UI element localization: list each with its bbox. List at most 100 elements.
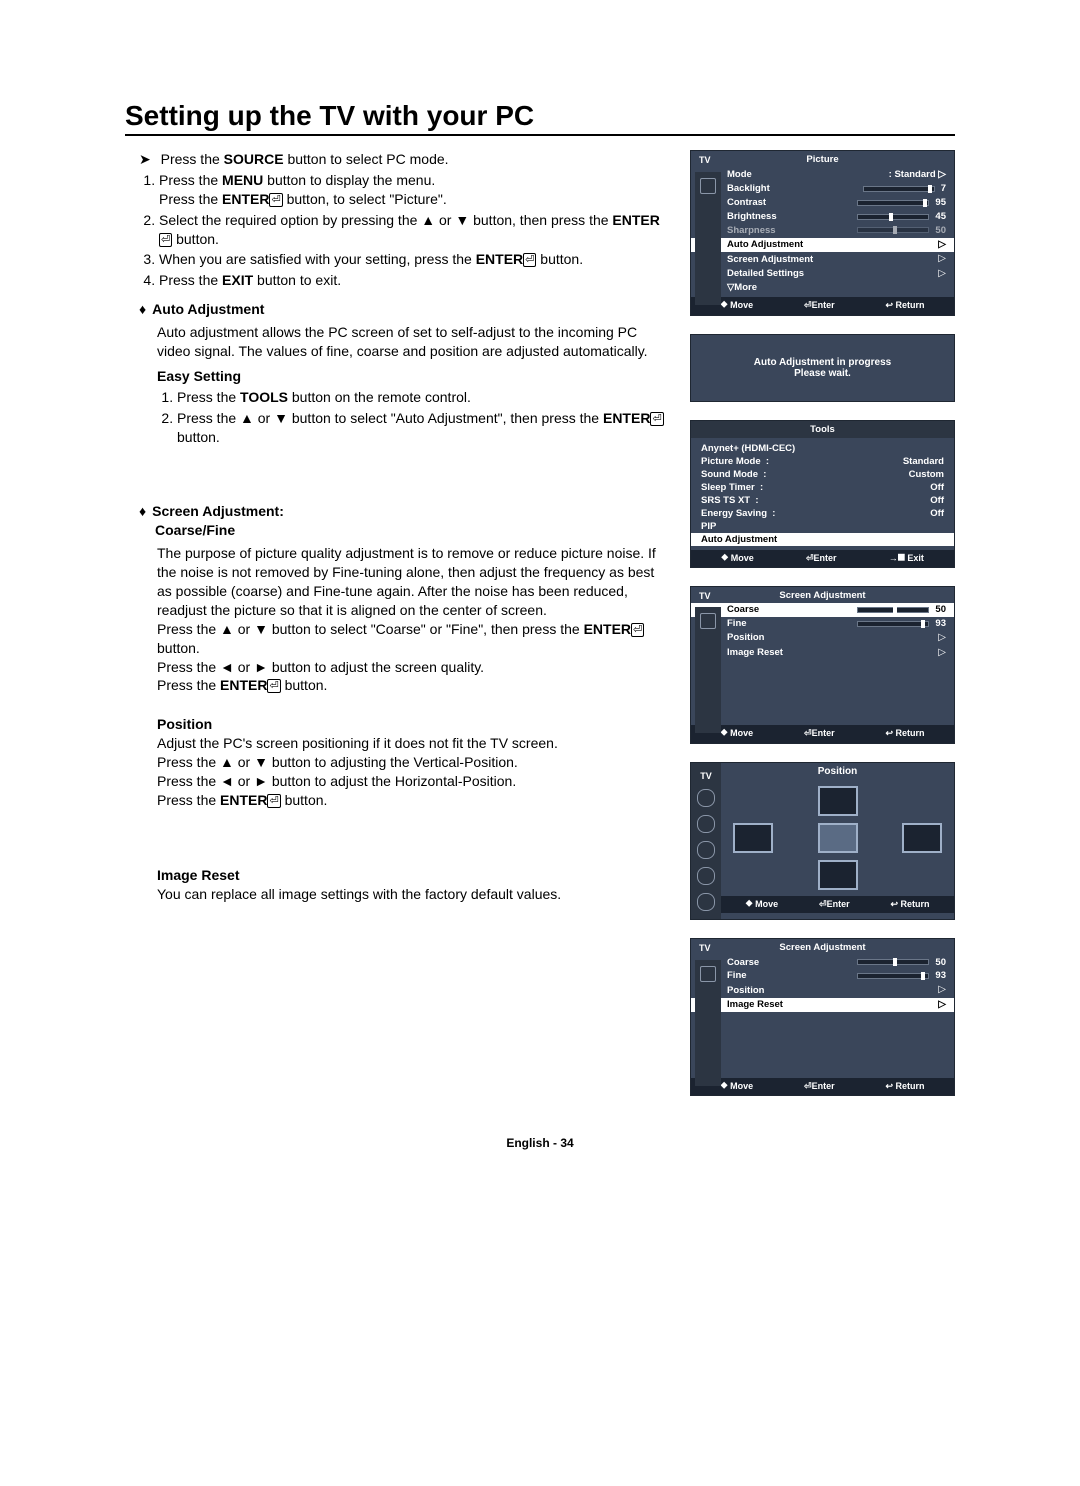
- tools-title: Tools: [691, 421, 954, 438]
- easy-step-2: Press the ▲ or ▼ button to select "Auto …: [177, 409, 670, 447]
- position-l4: Press the ENTER⏎ button.: [157, 791, 670, 810]
- osd-column: TV Picture Mode: Standard ▷ Backlight7 C…: [690, 150, 955, 1096]
- tv-label: TV: [699, 943, 711, 954]
- position-pad[interactable]: [721, 780, 954, 896]
- instruction-column: ➤ Press the SOURCE button to select PC m…: [125, 150, 670, 1096]
- screen-body: The purpose of picture quality adjustmen…: [157, 544, 670, 620]
- row-sharpness: Sharpness50: [727, 224, 946, 238]
- row-detailed-settings: Detailed Settings▷: [727, 267, 946, 282]
- screen-right-icon: [902, 823, 942, 853]
- enter-icon: ⏎: [650, 412, 663, 426]
- chevron-right-icon: ▷: [938, 239, 946, 252]
- screen-bottom-icon: [818, 860, 858, 890]
- screen-body3: Press the ◄ or ► button to adjust the sc…: [157, 658, 670, 677]
- row-image-reset: Image Reset▷: [727, 646, 946, 661]
- tools-anynet: Anynet+ (HDMI-CEC): [701, 442, 944, 455]
- image-reset-body: You can replace all image settings with …: [157, 885, 670, 904]
- position-l1: Adjust the PC's screen positioning if it…: [157, 734, 670, 753]
- osd-title: Screen Adjustment: [691, 587, 954, 604]
- image-reset-heading: Image Reset: [157, 866, 670, 885]
- row-screen-adjustment: Screen Adjustment▷: [727, 252, 946, 267]
- easy-setting-heading: Easy Setting: [157, 367, 670, 386]
- easy-setting-list: Press the TOOLS button on the remote con…: [157, 388, 670, 447]
- row-fine: Fine93: [727, 617, 946, 631]
- osd-title: Position: [721, 763, 954, 780]
- row-backlight: Backlight7: [727, 182, 946, 196]
- tools-srs: SRS TS XT :Off: [701, 494, 944, 507]
- tv-icon: [700, 178, 716, 194]
- position-heading: Position: [157, 715, 670, 734]
- tools-pip: PIP: [701, 520, 944, 533]
- auto-adjustment-modal: Auto Adjustment in progress Please wait.: [690, 334, 955, 402]
- osd-title: Screen Adjustment: [691, 939, 954, 956]
- row-brightness: Brightness45: [727, 210, 946, 224]
- tv-label: TV: [699, 155, 711, 166]
- tv-icon: [700, 966, 716, 982]
- osd-footer: ⯁ Move⏎Enter↩ Return: [691, 297, 954, 314]
- nav-icon: [697, 841, 715, 859]
- step-list: Press the MENU button to display the men…: [139, 171, 670, 290]
- bullet-icon: ♦: [139, 301, 146, 317]
- chevron-right-icon: ▷: [938, 169, 946, 180]
- nav-icon: [697, 815, 715, 833]
- screen-body2: Press the ▲ or ▼ button to select "Coars…: [157, 620, 670, 658]
- screen-left-icon: [733, 823, 773, 853]
- osd-sidebar: TV: [691, 763, 721, 919]
- row-more: ▽More: [727, 281, 946, 295]
- screen-center-icon: [818, 823, 858, 853]
- section-screen-adjustment: ♦Screen Adjustment: Coarse/Fine: [139, 502, 670, 540]
- tools-sleep-timer: Sleep Timer :Off: [701, 481, 944, 494]
- nav-icon: [697, 893, 715, 911]
- position-l3: Press the ◄ or ► button to adjust the Ho…: [157, 772, 670, 791]
- row-contrast: Contrast95: [727, 196, 946, 210]
- row-coarse[interactable]: Coarse50: [691, 603, 954, 617]
- row-fine: Fine93: [727, 969, 946, 983]
- enter-icon: ⏎: [269, 193, 282, 207]
- enter-icon: ⏎: [267, 794, 280, 808]
- osd-screen-adjustment-1: TV Screen Adjustment Coarse50 Fine93 Pos…: [690, 586, 955, 744]
- easy-step-1: Press the TOOLS button on the remote con…: [177, 388, 670, 407]
- auto-adjustment-body: Auto adjustment allows the PC screen of …: [157, 323, 670, 361]
- enter-icon: ⏎: [631, 623, 644, 637]
- osd-footer: ⯁ Move⏎Enter↩ Return: [721, 896, 954, 913]
- enter-icon: ⏎: [267, 679, 280, 693]
- osd-sidebar: [695, 960, 721, 1086]
- tools-footer: ⯁ Move⏎Enter→⯀ Exit: [691, 550, 954, 567]
- row-image-reset[interactable]: Image Reset▷: [691, 998, 954, 1013]
- osd-tools: Tools Anynet+ (HDMI-CEC) Picture Mode :S…: [690, 420, 955, 568]
- page-title: Setting up the TV with your PC: [125, 100, 955, 136]
- position-l2: Press the ▲ or ▼ button to adjusting the…: [157, 753, 670, 772]
- pointer-icon: ➤: [139, 151, 151, 167]
- enter-icon: ⏎: [523, 253, 536, 267]
- step-4: Press the EXIT button to exit.: [159, 271, 670, 290]
- row-auto-adjustment[interactable]: Auto Adjustment▷: [691, 238, 954, 253]
- screen-top-icon: [818, 786, 858, 816]
- tools-energy: Energy Saving :Off: [701, 507, 944, 520]
- row-position: Position▷: [727, 631, 946, 646]
- screen-body4: Press the ENTER⏎ button.: [157, 676, 670, 695]
- tv-label: TV: [700, 771, 712, 781]
- osd-position: TV Position: [690, 762, 955, 920]
- enter-icon: ⏎: [159, 233, 172, 247]
- step-2: Select the required option by pressing t…: [159, 211, 670, 249]
- osd-footer: ⯁ Move⏎Enter↩ Return: [691, 725, 954, 742]
- tools-sound-mode: Sound Mode :Custom: [701, 468, 944, 481]
- tv-icon: [700, 613, 716, 629]
- osd-title: Picture: [691, 151, 954, 168]
- step-1: Press the MENU button to display the men…: [159, 171, 670, 209]
- bullet-icon: ♦: [139, 503, 146, 519]
- osd-picture: TV Picture Mode: Standard ▷ Backlight7 C…: [690, 150, 955, 316]
- osd-footer: ⯁ Move⏎Enter↩ Return: [691, 1078, 954, 1095]
- row-coarse: Coarse50: [727, 956, 946, 970]
- nav-icon: [697, 789, 715, 807]
- tools-auto-adjustment[interactable]: Auto Adjustment: [691, 533, 954, 546]
- tools-picture-mode: Picture Mode :Standard: [701, 455, 944, 468]
- nav-icon: [697, 867, 715, 885]
- row-position: Position▷: [727, 983, 946, 998]
- osd-screen-adjustment-2: TV Screen Adjustment Coarse50 Fine93 Pos…: [690, 938, 955, 1096]
- step-3: When you are satisfied with your setting…: [159, 250, 670, 269]
- osd-sidebar: [695, 172, 721, 305]
- section-auto-adjustment: ♦Auto Adjustment: [139, 300, 670, 319]
- tv-label: TV: [699, 591, 711, 602]
- lead-line: ➤ Press the SOURCE button to select PC m…: [139, 150, 670, 169]
